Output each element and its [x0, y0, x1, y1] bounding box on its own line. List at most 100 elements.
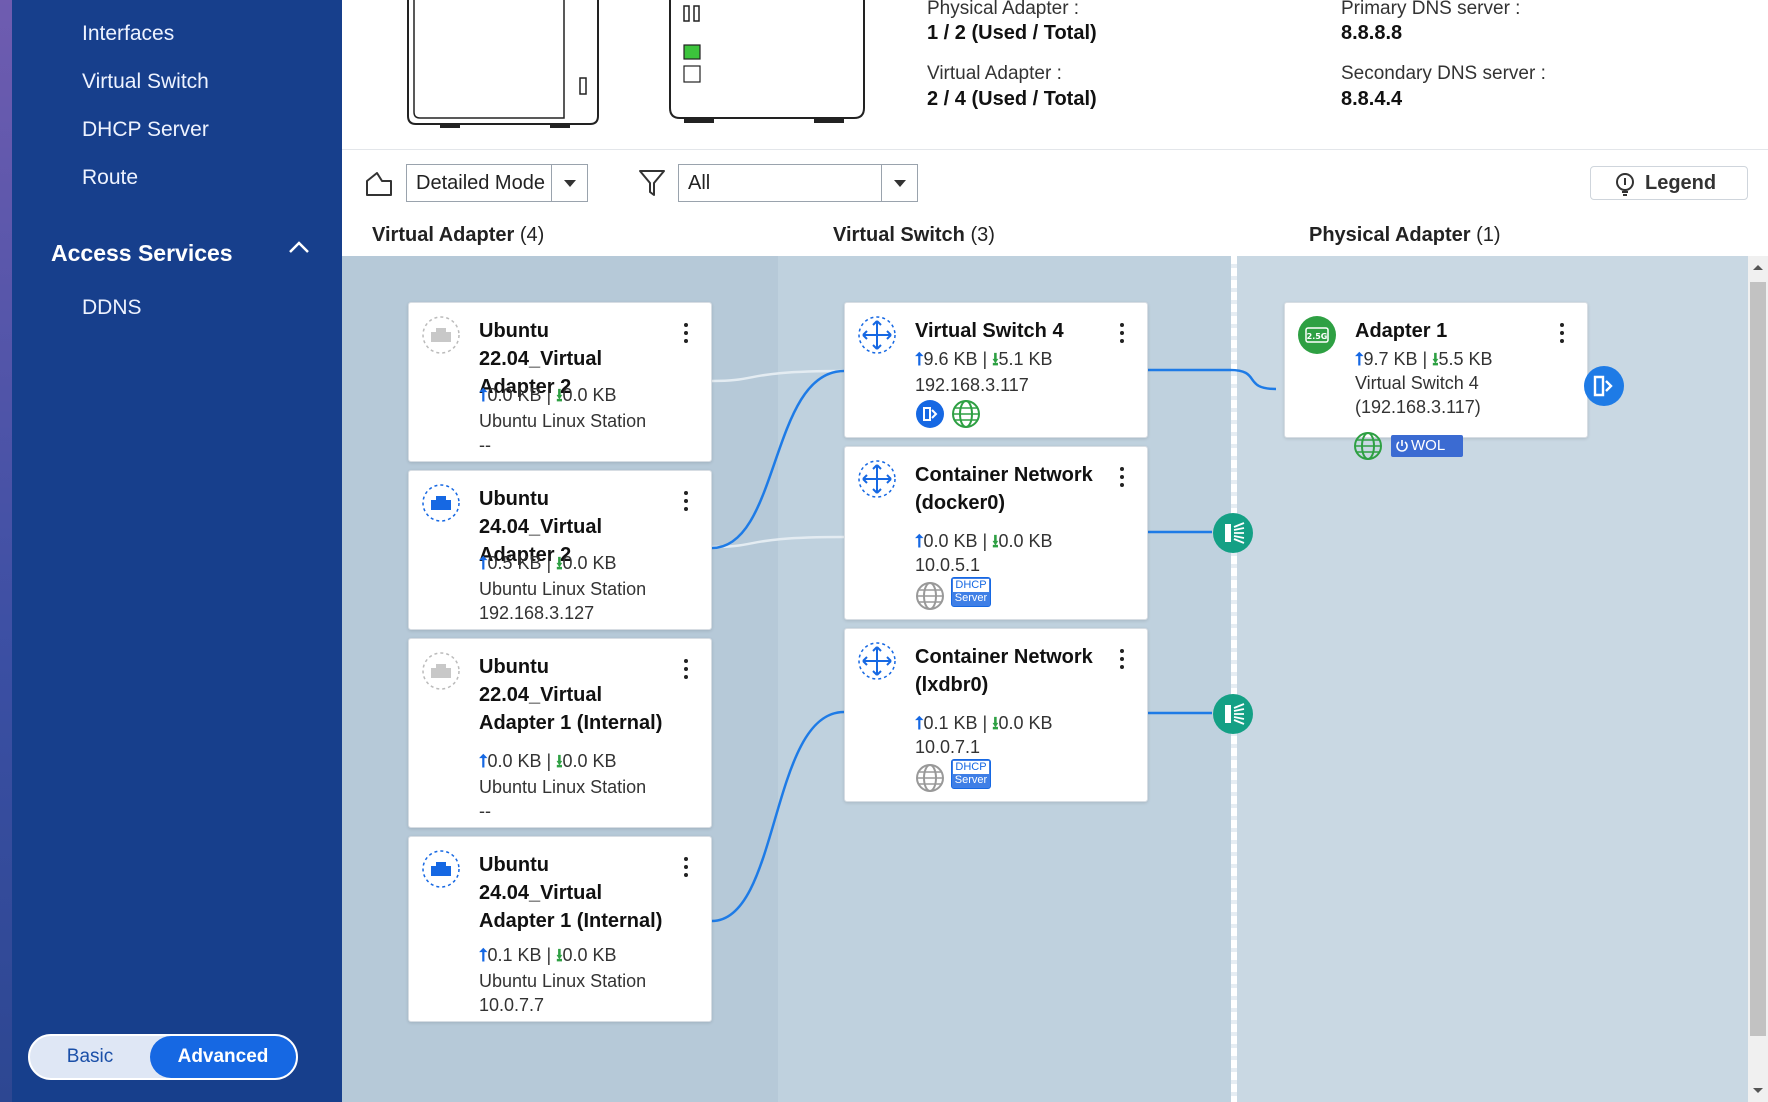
traffic-stats: ⭡9.6 KB | ⭳5.1 KB: [915, 349, 1053, 369]
dhcp-server-badge: DHCP Server: [951, 577, 991, 607]
adapter-name: Adapter 1: [1355, 320, 1448, 342]
topology-canvas: Ubuntu 22.04_Virtual Adapter 2 ⭡0.0 KB |…: [342, 256, 1748, 1102]
sidebar-section-access-services[interactable]: Access Services: [51, 240, 233, 267]
primary-dns-value: 8.8.8.8: [1341, 22, 1403, 44]
more-options-icon[interactable]: [1119, 323, 1125, 343]
virtual-switch-card[interactable]: Container Network (docker0) ⭡0.0 KB | ⭳0…: [844, 446, 1148, 620]
traffic-stats: ⭡0.5 KB | ⭳0.0 KB: [479, 553, 617, 573]
mode-advanced-button[interactable]: Advanced: [150, 1036, 296, 1078]
desktop-edge: [0, 0, 12, 1102]
chevron-down-icon: [881, 165, 917, 201]
sidebar-item-ddns[interactable]: DDNS: [82, 296, 142, 320]
globe-inactive-icon: [916, 582, 944, 610]
secondary-dns-label: Secondary DNS server :: [1341, 63, 1546, 84]
virtual-switch-card[interactable]: Virtual Switch 4 ⭡9.6 KB | ⭳5.1 KB 192.1…: [844, 302, 1148, 438]
adapter-host: Ubuntu Linux Station: [479, 971, 647, 991]
sidebar: Interfaces Virtual Switch DHCP Server Ro…: [12, 0, 342, 1102]
more-options-icon[interactable]: [1119, 649, 1125, 669]
adapter-ip: --: [479, 801, 491, 821]
physical-adapter-value: 1 / 2 (Used / Total): [927, 22, 1097, 44]
sidebar-item-dhcp-server[interactable]: DHCP Server: [82, 118, 209, 142]
wol-badge: WOL: [1391, 435, 1463, 457]
more-options-icon[interactable]: [1559, 323, 1565, 343]
sidebar-item-route[interactable]: Route: [82, 166, 138, 190]
traffic-stats: ⭡0.0 KB | ⭳0.0 KB: [479, 751, 617, 771]
bound-switch-ip: (192.168.3.117): [1355, 397, 1481, 417]
legend-button[interactable]: Legend: [1590, 166, 1748, 200]
virtual-adapter-card[interactable]: Ubuntu 24.04_Virtual Adapter 2 ⭡0.5 KB |…: [408, 470, 712, 630]
more-options-icon[interactable]: [1119, 467, 1125, 487]
secondary-dns-value: 8.8.4.4: [1341, 88, 1403, 110]
filter-value: All: [688, 172, 711, 194]
nas-device-illustration: [407, 0, 865, 128]
physical-adapter-card[interactable]: 2.5G Adapter 1 ⭡9.7 KB | ⭳5.5 KB Virtual…: [1284, 302, 1588, 460]
globe-inactive-icon: [916, 764, 944, 792]
filter-icon[interactable]: [638, 168, 666, 198]
column-header-virtual-switch: Virtual Switch (3): [833, 224, 995, 246]
adapter-name: Ubuntu 22.04_Virtual Adapter 1 (Internal…: [479, 656, 663, 734]
switch-ip: 10.0.5.1: [915, 555, 981, 575]
virtual-adapter-value: 2 / 4 (Used / Total): [927, 88, 1097, 110]
traffic-stats: ⭡0.0 KB | ⭳0.0 KB: [479, 385, 617, 405]
svg-text:2.5G: 2.5G: [1307, 332, 1328, 341]
nat-gateway-icon[interactable]: [1212, 512, 1254, 554]
virtual-adapter-active-icon: [422, 850, 460, 888]
bound-switch: Virtual Switch 4: [1355, 373, 1479, 393]
switch-name: Container Network (docker0): [915, 464, 1093, 514]
more-options-icon[interactable]: [683, 323, 689, 343]
virtual-adapter-label: Virtual Adapter :: [927, 63, 1062, 84]
switch-ip: 192.168.3.117: [915, 375, 1029, 395]
adapter-ip: 10.0.7.7: [479, 995, 545, 1015]
scrollbar-thumb[interactable]: [1750, 282, 1766, 1036]
adapter-host: Ubuntu Linux Station: [479, 777, 647, 797]
adapter-host: Ubuntu Linux Station: [479, 579, 647, 599]
more-options-icon[interactable]: [683, 659, 689, 679]
primary-dns-label: Primary DNS server :: [1341, 0, 1521, 19]
virtual-switch-icon: [858, 642, 896, 680]
switch-name: Container Network (lxdbr0): [915, 646, 1093, 696]
topology-layout-icon[interactable]: [364, 168, 394, 198]
toolbar-divider: [342, 149, 1768, 150]
uplink-port-icon[interactable]: [1582, 364, 1626, 408]
more-options-icon[interactable]: [683, 857, 689, 877]
view-mode-value: Detailed Mode: [416, 172, 545, 194]
view-mode-select[interactable]: Detailed Mode: [406, 164, 588, 202]
internet-globe-icon: [952, 400, 980, 428]
adapter-ip: 192.168.3.127: [479, 603, 595, 623]
virtual-switch-icon: [858, 316, 896, 354]
chevron-down-icon: [551, 165, 587, 201]
legend-label: Legend: [1645, 172, 1717, 194]
nat-gateway-icon[interactable]: [1212, 693, 1254, 735]
switch-name: Virtual Switch 4: [915, 320, 1064, 342]
power-icon: [1396, 440, 1408, 452]
mode-basic-button[interactable]: Basic: [30, 1036, 150, 1078]
column-header-physical-adapter: Physical Adapter (1): [1309, 224, 1501, 246]
sidebar-item-interfaces[interactable]: Interfaces: [82, 22, 174, 46]
mode-toggle: Basic Advanced: [28, 1034, 298, 1080]
sidebar-item-virtual-switch[interactable]: Virtual Switch: [82, 70, 209, 94]
internet-globe-icon: [1354, 432, 1382, 460]
scroll-down-arrow-icon[interactable]: [1751, 1086, 1765, 1096]
more-options-icon[interactable]: [683, 491, 689, 511]
adapter-ip: --: [479, 435, 491, 455]
virtual-adapter-inactive-icon: [422, 652, 460, 690]
chevron-up-icon[interactable]: [288, 240, 310, 254]
adapter-name: Ubuntu 24.04_Virtual Adapter 1 (Internal…: [479, 854, 663, 932]
traffic-stats: ⭡0.1 KB | ⭳0.0 KB: [479, 945, 617, 965]
virtual-switch-card[interactable]: Container Network (lxdbr0) ⭡0.1 KB | ⭳0.…: [844, 628, 1148, 802]
virtual-switch-icon: [858, 460, 896, 498]
switch-ip: 10.0.7.1: [915, 737, 981, 757]
filter-select[interactable]: All: [678, 164, 918, 202]
scroll-up-arrow-icon[interactable]: [1751, 262, 1765, 272]
physical-adapter-label: Physical Adapter :: [927, 0, 1080, 19]
column-header-virtual-adapter: Virtual Adapter (4): [372, 224, 545, 246]
dhcp-server-badge: DHCP Server: [951, 759, 991, 789]
virtual-adapter-card[interactable]: Ubuntu 22.04_Virtual Adapter 2 ⭡0.0 KB |…: [408, 302, 712, 462]
virtual-adapter-active-icon: [422, 484, 460, 522]
external-port-icon: [916, 400, 944, 428]
adapter-host: Ubuntu Linux Station: [479, 411, 647, 431]
virtual-adapter-inactive-icon: [422, 316, 460, 354]
virtual-adapter-card[interactable]: Ubuntu 22.04_Virtual Adapter 1 (Internal…: [408, 638, 712, 828]
ethernet-2-5g-icon: 2.5G: [1298, 316, 1336, 354]
virtual-adapter-card[interactable]: Ubuntu 24.04_Virtual Adapter 1 (Internal…: [408, 836, 712, 1022]
